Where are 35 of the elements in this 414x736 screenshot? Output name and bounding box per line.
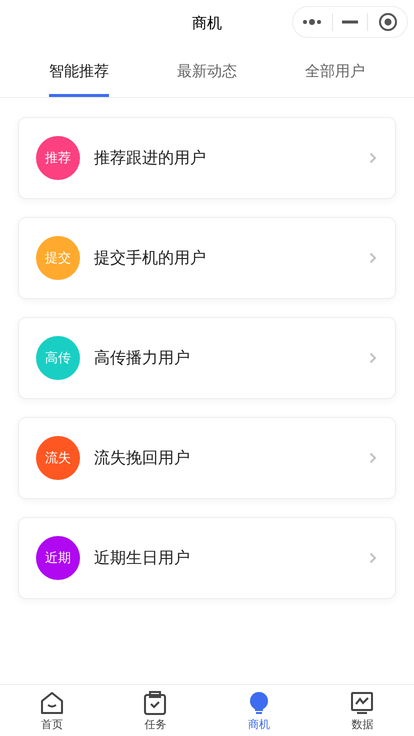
category-badge: 推荐 — [36, 136, 80, 180]
card-label: 高传播力用户 — [94, 348, 191, 368]
chevron-right-icon — [369, 552, 377, 564]
chevron-right-icon — [369, 352, 377, 364]
nav-item[interactable]: 首页 — [0, 685, 104, 736]
nav-item[interactable]: 任务 — [104, 685, 207, 736]
category-card[interactable]: 近期 近期生日用户 — [18, 517, 396, 599]
chevron-right-icon — [369, 452, 377, 464]
close-icon[interactable] — [378, 12, 398, 32]
category-card[interactable]: 推荐 推荐跟进的用户 — [18, 117, 396, 199]
card-label: 提交手机的用户 — [94, 248, 207, 268]
home-icon — [40, 691, 64, 715]
page-title: 商机 — [192, 14, 222, 32]
card-label: 流失挽回用户 — [94, 448, 191, 468]
card-label: 推荐跟进的用户 — [94, 148, 207, 168]
capsule-menu[interactable] — [292, 6, 408, 38]
category-badge: 近期 — [36, 536, 80, 580]
category-badge: 高传 — [36, 336, 80, 380]
clipboard-check-icon — [143, 691, 168, 715]
card-label: 近期生日用户 — [94, 548, 191, 568]
nav-item[interactable]: 数据 — [310, 685, 414, 736]
tab[interactable]: 智能推荐 — [49, 46, 109, 97]
more-icon[interactable] — [302, 18, 322, 26]
category-badge: 流失 — [36, 436, 80, 480]
category-card[interactable]: 提交 提交手机的用户 — [18, 217, 396, 299]
category-badge: 提交 — [36, 236, 80, 280]
category-card[interactable]: 高传 高传播力用户 — [18, 317, 396, 399]
tab[interactable]: 全部用户 — [305, 46, 365, 97]
chevron-right-icon — [369, 252, 377, 264]
monitor-chart-icon — [350, 691, 374, 715]
tab[interactable]: 最新动态 — [177, 46, 237, 97]
minimize-icon[interactable] — [342, 20, 358, 24]
chevron-right-icon — [369, 152, 377, 164]
nav-item[interactable]: 商机 — [207, 685, 310, 736]
category-card[interactable]: 流失 流失挽回用户 — [18, 417, 396, 499]
